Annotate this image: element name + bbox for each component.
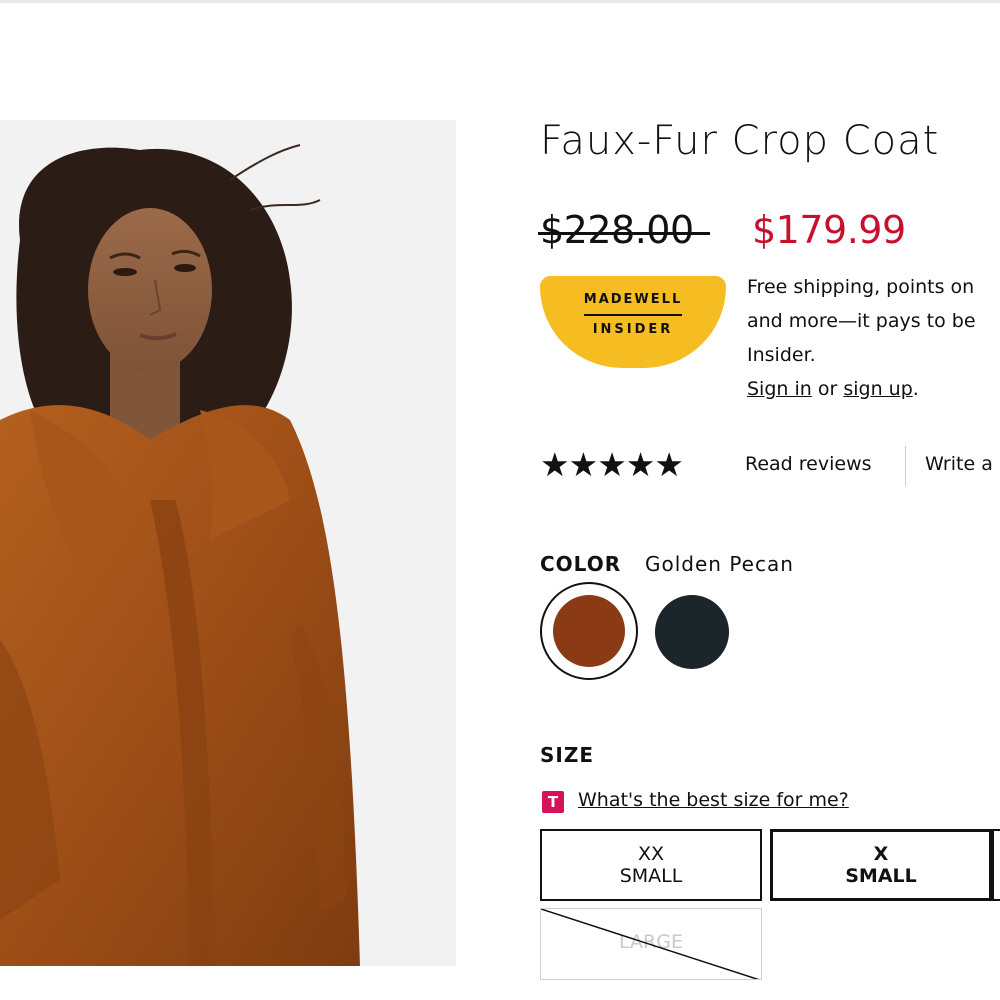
size-option-line2: SMALL bbox=[619, 865, 683, 887]
product-title: Faux-Fur Crop Coat bbox=[540, 118, 940, 164]
madewell-insider-badge: MADEWELL INSIDER bbox=[540, 276, 726, 368]
color-swatch-dark[interactable] bbox=[655, 595, 729, 669]
reviews-divider bbox=[905, 446, 906, 486]
insider-line-2: and more—it pays to be bbox=[747, 310, 976, 332]
star-icon: ★ bbox=[597, 445, 627, 484]
size-option-line2: SMALL bbox=[845, 865, 917, 887]
size-option-line1: XX bbox=[637, 843, 665, 865]
sale-price: $179.99 bbox=[752, 208, 906, 252]
selected-color-name: Golden Pecan bbox=[645, 552, 794, 576]
insider-badge-line2: INSIDER bbox=[592, 322, 674, 337]
product-image[interactable] bbox=[0, 120, 456, 966]
write-review-link[interactable]: Write a bbox=[925, 453, 993, 475]
insider-line-1: Free shipping, points on bbox=[747, 276, 975, 298]
swatch-fill bbox=[553, 595, 625, 667]
size-option-line1: X bbox=[873, 843, 889, 865]
color-swatch-golden-pecan[interactable] bbox=[540, 582, 638, 680]
true-fit-icon: T bbox=[542, 791, 564, 813]
insider-line-3: Insider. bbox=[747, 344, 816, 366]
color-label: COLOR bbox=[540, 552, 622, 576]
size-help-link[interactable]: What's the best size for me? bbox=[578, 789, 849, 811]
price-strikethrough bbox=[538, 232, 710, 235]
product-photo-icon bbox=[0, 120, 456, 966]
size-option-partial[interactable] bbox=[992, 829, 1000, 901]
size-label: SIZE bbox=[540, 743, 595, 767]
read-reviews-link[interactable]: Read reviews bbox=[745, 453, 872, 475]
size-option-xx-small[interactable]: XX SMALL bbox=[540, 829, 762, 901]
period-text: . bbox=[912, 378, 919, 400]
unavailable-slash-icon bbox=[541, 909, 760, 979]
star-icon: ★ bbox=[540, 445, 570, 484]
rating-stars[interactable]: ★★★★★ bbox=[540, 445, 684, 484]
star-icon: ★ bbox=[654, 445, 684, 484]
sign-in-link[interactable]: Sign in bbox=[747, 378, 812, 400]
original-price-text: $228.00 bbox=[540, 208, 694, 252]
size-option-x-small[interactable]: X SMALL bbox=[770, 829, 992, 901]
insider-badge-line1: MADEWELL bbox=[583, 292, 683, 307]
insider-auth-line: Sign in or sign up. bbox=[747, 372, 1000, 406]
star-icon: ★ bbox=[568, 445, 599, 484]
top-border bbox=[0, 0, 1000, 3]
star-icon: ★ bbox=[625, 445, 656, 484]
or-text: or bbox=[811, 378, 844, 400]
original-price: $228.00 bbox=[538, 208, 710, 252]
size-option-large-unavailable[interactable]: LARGE bbox=[540, 908, 762, 980]
sign-up-link[interactable]: sign up bbox=[843, 378, 912, 400]
insider-promo-text: Free shipping, points on and more—it pay… bbox=[747, 270, 1000, 406]
insider-badge-rule bbox=[584, 314, 682, 316]
